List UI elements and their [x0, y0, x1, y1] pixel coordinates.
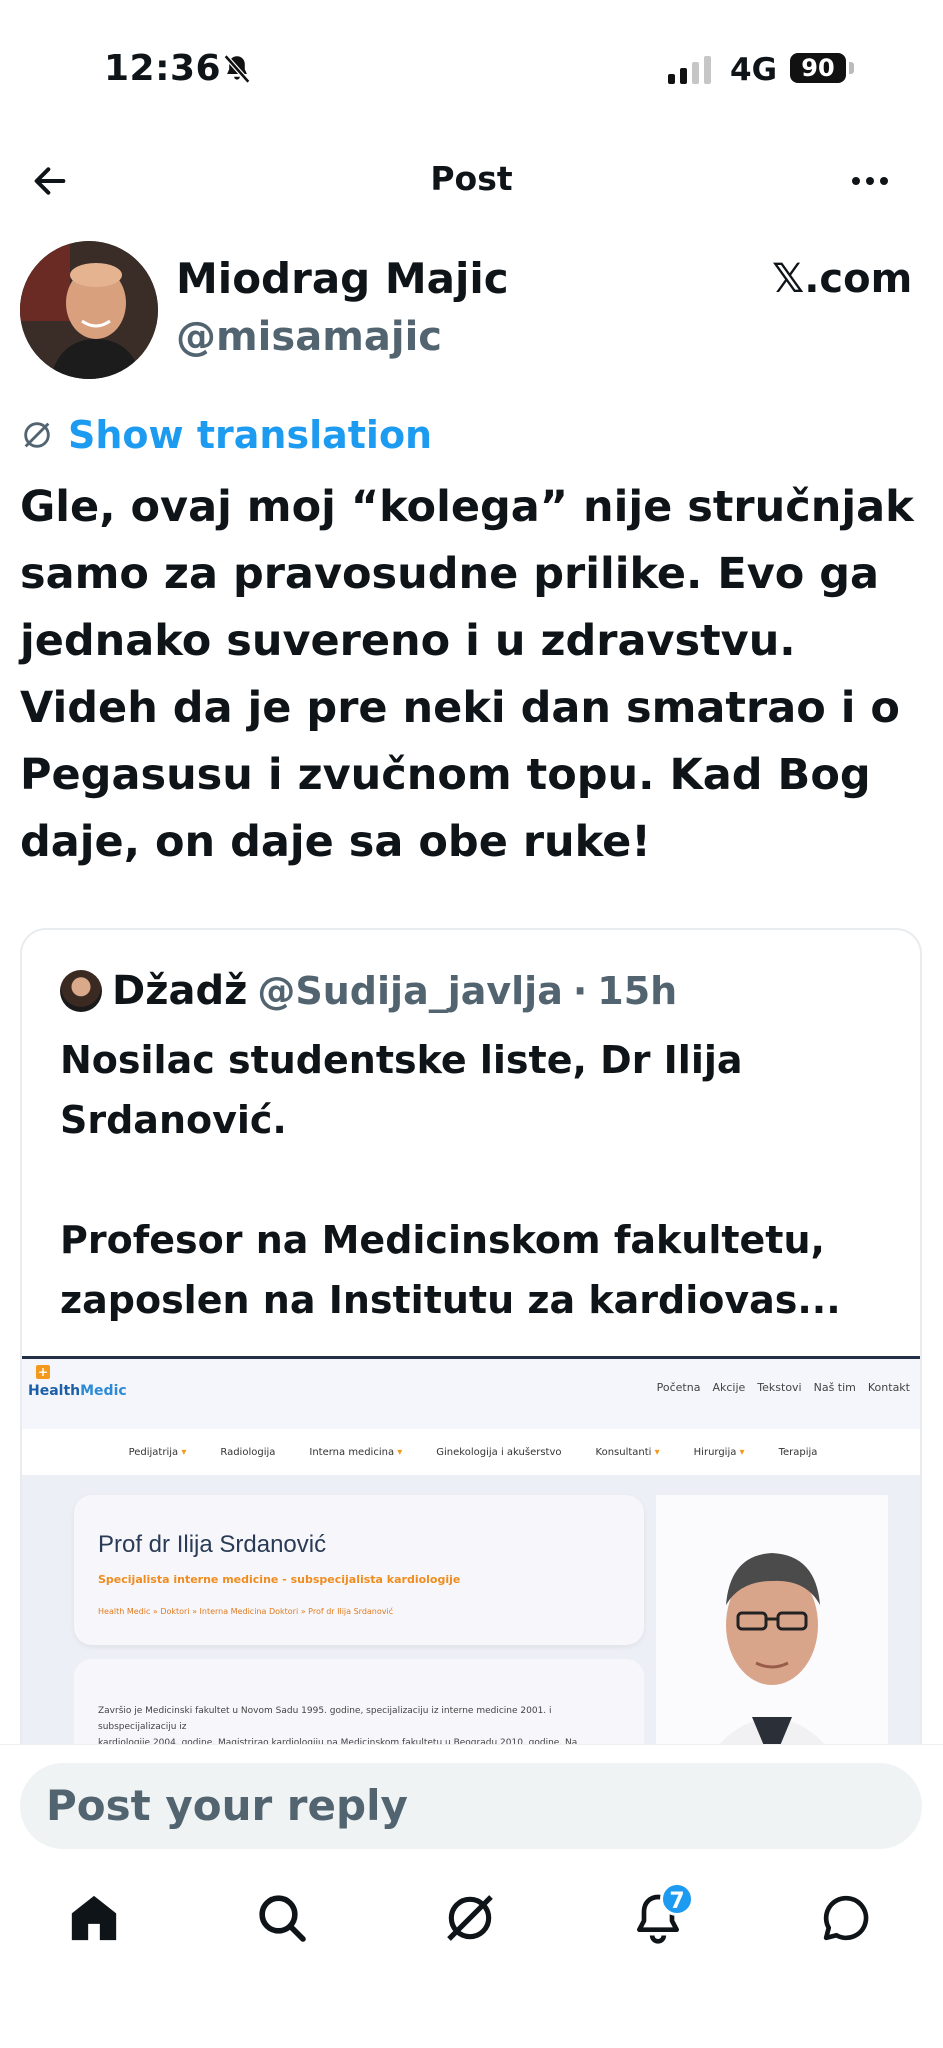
site-menu-item: Radiologija — [220, 1446, 276, 1458]
quoted-post-text: Nosilac studentske liste, Dr Ilija Srdan… — [60, 1038, 841, 1322]
tab-search[interactable] — [254, 1890, 314, 1950]
site-top-nav-item: Kontakt — [867, 1381, 910, 1394]
tab-messages[interactable] — [818, 1890, 878, 1950]
reply-area: Post your reply — [0, 1744, 943, 1864]
quoted-author-name: Džadž — [112, 968, 248, 1014]
site-menu-item: Terapija — [778, 1446, 818, 1458]
search-icon — [259, 1895, 306, 1942]
quoted-post-time: 15h — [597, 969, 678, 1013]
battery-tip — [849, 62, 854, 74]
site-top-nav: Početna Akcije Tekstovi Naš tim Kontakt — [657, 1381, 910, 1394]
doctor-title-card: Prof dr Ilija Srdanović Specijalista int… — [74, 1495, 644, 1645]
chat-bubble-icon — [823, 1895, 869, 1941]
home-icon — [71, 1895, 117, 1941]
site-menu-item: Hirurgija — [694, 1447, 745, 1458]
grok-icon — [447, 1895, 493, 1941]
quoted-post-image[interactable]: + HealthMedic Početna Akcije Tekstovi Na… — [22, 1356, 920, 1766]
separator-dot: · — [572, 969, 588, 1013]
status-bar: 12:36 4G 90 — [0, 0, 943, 130]
breadcrumb: Health Medic » Doktori » Interna Medicin… — [98, 1607, 394, 1616]
bottom-tab-bar: 7 — [0, 1864, 943, 2048]
site-menu: Pedijatrija Radiologija Interna medicina… — [22, 1429, 920, 1475]
page-title: Post — [430, 159, 513, 198]
tab-grok[interactable] — [442, 1890, 502, 1950]
site-menu-item: Ginekologija i akušerstvo — [436, 1446, 562, 1458]
quoted-author-handle: @Sudija_javlja — [257, 969, 563, 1013]
site-menu-item: Konsultanti — [596, 1447, 660, 1458]
show-translation-label: Show translation — [68, 413, 433, 457]
post-text: Gle, ovaj moj “kolega” nije stručnjak sa… — [20, 482, 914, 867]
reply-input[interactable]: Post your reply — [20, 1763, 922, 1849]
cellular-signal-icon — [668, 54, 711, 84]
quoted-post[interactable]: Džadž @Sudija_javlja · 15h Nosilac stude… — [20, 928, 922, 1768]
doctor-specialty: Specijalista interne medicine - subspeci… — [98, 1573, 461, 1586]
battery-icon: 90 — [790, 53, 846, 83]
plus-icon: + — [36, 1365, 50, 1379]
bell-muted-icon — [223, 54, 251, 84]
source-label: 𝕏.com — [772, 256, 913, 302]
site-menu-item: Interna medicina — [309, 1447, 402, 1458]
show-translation-link[interactable]: Show translation — [20, 412, 432, 458]
site-logo-medic: Medic — [80, 1383, 127, 1399]
quoted-author-avatar — [60, 970, 102, 1012]
site-top-nav-item: Akcije — [712, 1381, 746, 1394]
status-time: 12:36 — [104, 48, 222, 89]
site-top-nav-item: Naš tim — [813, 1381, 856, 1394]
site-top-nav-item: Početna — [656, 1381, 701, 1394]
network-type: 4G — [730, 52, 778, 88]
site-logo: + HealthMedic — [28, 1365, 127, 1399]
tab-notifications[interactable]: 7 — [630, 1882, 694, 1950]
site-top-nav-item: Tekstovi — [757, 1381, 802, 1394]
site-logo-health: Health — [28, 1383, 81, 1399]
post-header: Post — [0, 145, 943, 215]
author-name[interactable]: Miodrag Majic — [176, 254, 509, 303]
doctor-name: Prof dr Ilija Srdanović — [98, 1531, 327, 1558]
site-top-bar: + HealthMedic Početna Akcije Tekstovi Na… — [22, 1359, 920, 1429]
author-handle[interactable]: @misamajic — [176, 314, 442, 360]
doctor-photo — [656, 1495, 888, 1766]
notifications-badge: 7 — [660, 1882, 694, 1916]
more-options-icon[interactable] — [852, 177, 888, 185]
tab-home[interactable] — [66, 1890, 126, 1950]
translate-icon — [24, 422, 50, 448]
site-menu-item: Pedijatrija — [129, 1447, 187, 1458]
quoted-post-header: Džadž @Sudija_javlja · 15h — [60, 968, 677, 1014]
author-avatar[interactable] — [20, 241, 158, 379]
